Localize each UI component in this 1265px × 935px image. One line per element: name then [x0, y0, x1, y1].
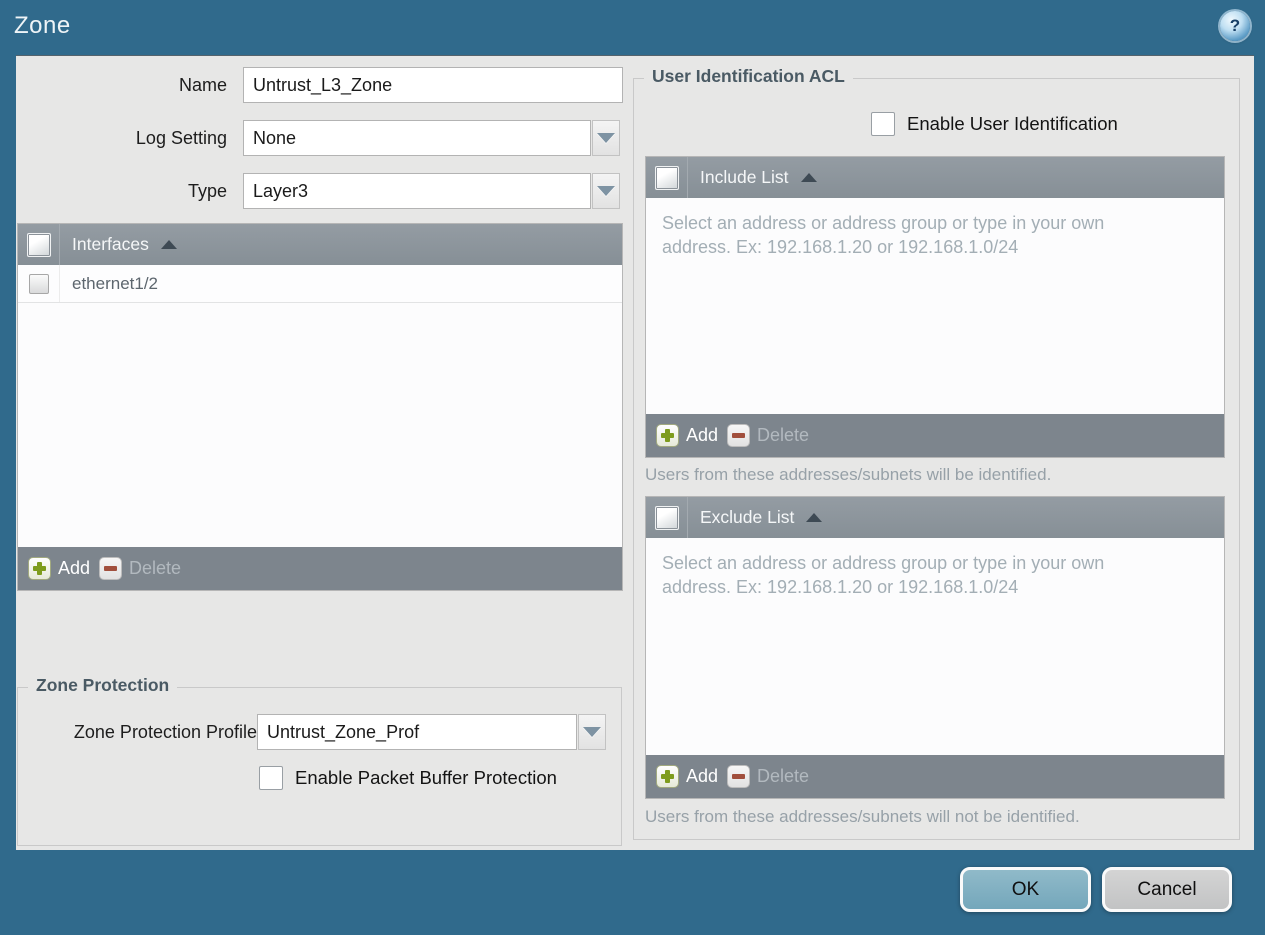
add-icon	[656, 765, 679, 788]
include-delete-button[interactable]: Delete	[727, 424, 809, 447]
exclude-list-body: Select an address or address group or ty…	[646, 538, 1224, 755]
dialog-title: Zone	[14, 12, 71, 39]
packet-buffer-protection-checkbox[interactable]	[259, 766, 283, 790]
row-checkbox-cell	[18, 265, 60, 302]
sort-ascending-icon	[806, 513, 823, 522]
add-icon	[28, 557, 51, 580]
log-setting-label: Log Setting	[135, 128, 227, 148]
interfaces-column-header: Interfaces	[72, 234, 149, 254]
include-list-header[interactable]: Include List	[646, 157, 1224, 198]
include-select-all-cell	[646, 157, 688, 198]
chevron-down-icon	[583, 727, 601, 737]
zone-protection-profile-input[interactable]	[257, 714, 577, 750]
chevron-down-icon	[597, 133, 615, 143]
add-icon	[656, 424, 679, 447]
interfaces-add-button[interactable]: Add	[28, 557, 90, 580]
sort-ascending-icon	[800, 173, 817, 182]
log-setting-input[interactable]	[243, 120, 591, 156]
interface-name: ethernet1/2	[72, 273, 159, 293]
name-input[interactable]	[243, 67, 623, 103]
interfaces-delete-button[interactable]: Delete	[99, 557, 181, 580]
interfaces-table-header[interactable]: Interfaces	[18, 224, 622, 265]
interfaces-select-all-checkbox[interactable]	[26, 232, 51, 257]
delete-icon	[99, 557, 123, 580]
exclude-list-header[interactable]: Exclude List	[646, 497, 1224, 538]
include-list-column-header: Include List	[700, 167, 789, 187]
exclude-list-toolbar: Add Delete	[646, 755, 1224, 798]
exclude-add-button[interactable]: Add	[656, 765, 718, 788]
interfaces-select-all-cell	[18, 224, 60, 265]
log-setting-dropdown-button[interactable]	[592, 120, 620, 156]
packet-buffer-protection-label: Enable Packet Buffer Protection	[295, 767, 557, 788]
cancel-button[interactable]: Cancel	[1102, 867, 1232, 912]
include-list-table: Include List Select an address or addres…	[645, 156, 1225, 458]
exclude-list-column-header: Exclude List	[700, 507, 795, 527]
include-list-caption: Users from these addresses/subnets will …	[645, 465, 1052, 484]
enable-user-identification-checkbox[interactable]	[871, 112, 895, 136]
delete-icon	[727, 424, 751, 447]
table-row[interactable]: ethernet1/2	[18, 265, 622, 303]
dialog-body: Name Log Setting Type Interfaces	[16, 55, 1254, 850]
exclude-list-placeholder: Select an address or address group or ty…	[662, 553, 1105, 598]
include-list-toolbar: Add Delete	[646, 414, 1224, 457]
zone-protection-profile-label: Zone Protection Profile	[73, 722, 257, 742]
zone-protection-profile-dropdown-button[interactable]	[578, 714, 606, 750]
exclude-select-all-checkbox[interactable]	[654, 505, 679, 530]
include-list-body: Select an address or address group or ty…	[646, 198, 1224, 414]
zone-protection-legend: Zone Protection	[28, 675, 178, 696]
zone-dialog: Zone ? Name Log Setting Type Interfaces	[0, 0, 1265, 935]
exclude-list-table: Exclude List Select an address or addres…	[645, 496, 1225, 799]
include-list-placeholder: Select an address or address group or ty…	[662, 213, 1105, 258]
help-icon[interactable]: ?	[1220, 11, 1250, 41]
interface-row-checkbox[interactable]	[28, 273, 49, 294]
delete-icon	[727, 765, 751, 788]
enable-user-identification-label: Enable User Identification	[907, 113, 1118, 134]
type-label: Type	[187, 181, 227, 201]
type-dropdown-button[interactable]	[592, 173, 620, 209]
include-add-button[interactable]: Add	[656, 424, 718, 447]
interfaces-table: Interfaces ethernet1/2 Add Delete	[17, 223, 623, 591]
dialog-titlebar: Zone ?	[0, 0, 1265, 55]
name-label: Name	[178, 75, 227, 95]
ok-button[interactable]: OK	[960, 867, 1091, 912]
exclude-delete-button[interactable]: Delete	[727, 765, 809, 788]
exclude-select-all-cell	[646, 497, 688, 538]
type-input[interactable]	[243, 173, 591, 209]
user-identification-acl-legend: User Identification ACL	[644, 66, 853, 87]
interfaces-table-body: ethernet1/2	[18, 265, 622, 547]
include-select-all-checkbox[interactable]	[654, 165, 679, 190]
chevron-down-icon	[597, 186, 615, 196]
sort-ascending-icon	[160, 240, 177, 249]
interfaces-toolbar: Add Delete	[18, 547, 622, 590]
exclude-list-caption: Users from these addresses/subnets will …	[645, 807, 1080, 826]
